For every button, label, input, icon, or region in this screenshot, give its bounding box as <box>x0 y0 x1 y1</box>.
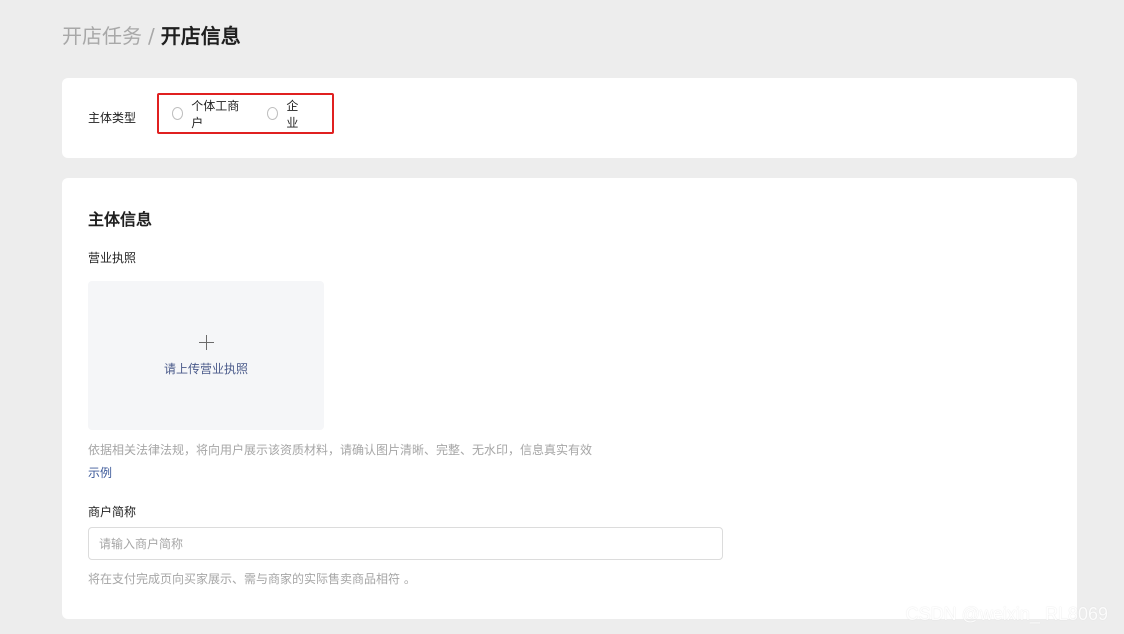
breadcrumb-separator: / <box>148 24 155 48</box>
radio-label-enterprise: 企业 <box>286 98 299 130</box>
license-label: 营业执照 <box>88 251 137 265</box>
entity-type-radio-group: 个体工商户 企业 <box>157 93 334 134</box>
radio-circle-icon[interactable] <box>172 107 184 120</box>
radio-option-individual[interactable]: 个体工商户 <box>172 97 241 131</box>
entity-type-label: 主体类型 <box>88 111 137 125</box>
example-link[interactable]: 示例 <box>88 464 112 481</box>
short-name-label: 商户简称 <box>88 505 137 519</box>
section-title: 主体信息 <box>88 210 153 229</box>
page-title: 开店信息 <box>160 24 241 48</box>
entity-info-card: 主体信息 营业执照 请上传营业执照 依据相关法律法规，将向用户展示该资质材料，请… <box>62 178 1077 619</box>
license-hint: 依据相关法律法规，将向用户展示该资质材料，请确认图片清晰、完整、无水印，信息真实… <box>88 443 593 457</box>
plus-icon <box>198 334 214 350</box>
watermark: CSDN @weixin_ RL8069 <box>905 604 1108 624</box>
short-name-input[interactable] <box>88 527 723 560</box>
license-upload-button[interactable]: 请上传营业执照 <box>88 281 324 430</box>
radio-circle-icon[interactable] <box>267 107 279 120</box>
short-name-hint: 将在支付完成页向买家展示、需与商家的实际售卖商品相符 。 <box>88 572 416 586</box>
breadcrumb: 开店任务 / 开店信息 <box>62 22 241 50</box>
entity-type-card: 主体类型 个体工商户 企业 <box>62 78 1077 158</box>
breadcrumb-parent-link[interactable]: 开店任务 <box>62 22 142 50</box>
page: 开店任务 / 开店信息 主体类型 个体工商户 企业 主体信息 营业执照 请上传营… <box>0 0 1124 634</box>
radio-label-individual: 个体工商户 <box>191 98 240 130</box>
upload-text: 请上传营业执照 <box>163 361 248 376</box>
radio-option-enterprise[interactable]: 企业 <box>267 97 306 131</box>
